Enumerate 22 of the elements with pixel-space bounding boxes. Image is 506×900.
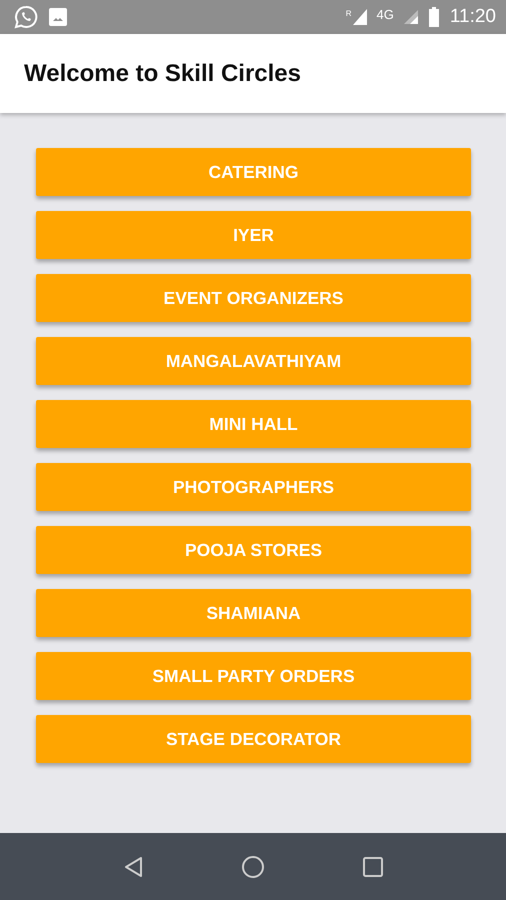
home-icon[interactable] (241, 854, 265, 878)
category-button[interactable]: CATERING (36, 148, 471, 196)
app-title: Welcome to Skill Circles (24, 60, 301, 88)
category-button[interactable]: SMALL PARTY ORDERS (36, 652, 471, 700)
category-button[interactable]: EVENT ORGANIZERS (36, 274, 471, 322)
signal-icon (404, 10, 418, 24)
category-button[interactable]: POOJA STORES (36, 526, 471, 574)
category-button[interactable]: MINI HALL (36, 400, 471, 448)
battery-icon (428, 7, 440, 27)
clock: 11:20 (450, 6, 496, 28)
category-button[interactable]: SHAMIANA (36, 589, 471, 637)
recents-icon[interactable] (363, 856, 383, 876)
roaming-label: R (346, 9, 352, 18)
category-button[interactable]: IYER (36, 211, 471, 259)
signal-icon (352, 9, 367, 25)
category-button[interactable]: MANGALAVATHIYAM (36, 337, 471, 385)
back-icon[interactable] (123, 856, 143, 878)
category-button[interactable]: STAGE DECORATOR (36, 715, 471, 763)
image-icon (48, 7, 68, 27)
network-label: 4G (376, 6, 394, 22)
category-button[interactable]: PHOTOGRAPHERS (36, 463, 471, 511)
chat-icon (14, 5, 38, 29)
